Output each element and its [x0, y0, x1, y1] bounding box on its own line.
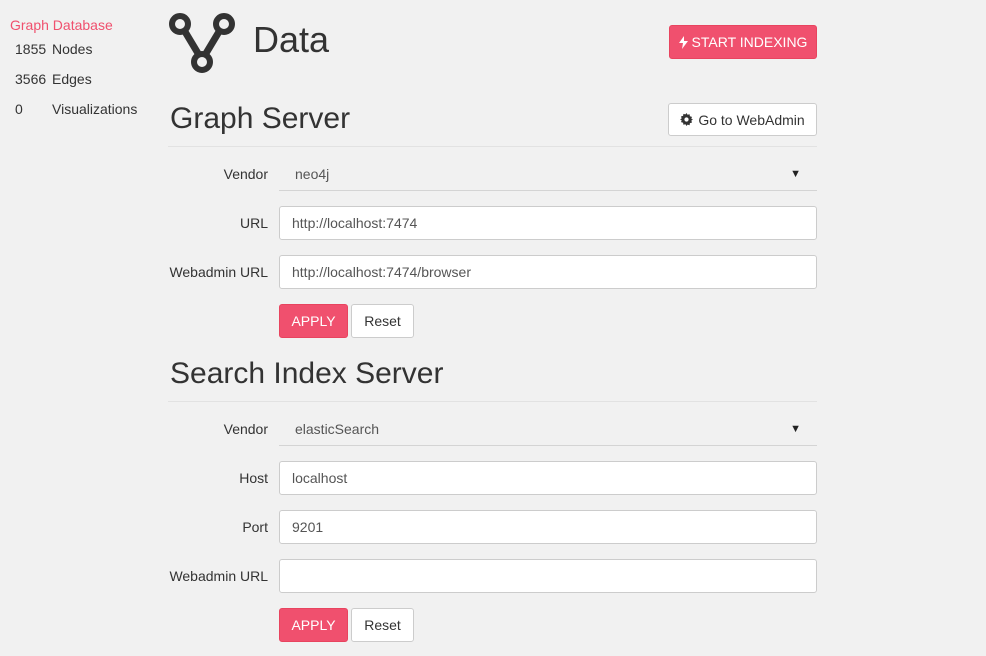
- port-label: Port: [242, 519, 268, 535]
- search-vendor-value: elasticSearch: [295, 420, 380, 437]
- start-indexing-button[interactable]: START INDEXING: [669, 25, 817, 59]
- graph-webadmin-url-input[interactable]: http://localhost:7474/browser: [279, 255, 817, 289]
- stat-label: Nodes: [52, 41, 93, 57]
- stat-edges: 3566 Edges: [10, 70, 160, 100]
- stat-value: 1855: [15, 41, 47, 57]
- graph-apply-button[interactable]: APPLY: [279, 304, 348, 338]
- graph-url-input[interactable]: http://localhost:7474: [279, 206, 817, 240]
- page-title: Data: [253, 19, 330, 60]
- graph-vendor-value: neo4j: [295, 165, 330, 182]
- caret-down-icon: ▼: [790, 167, 801, 180]
- divider: [168, 146, 817, 147]
- go-to-webadmin-button[interactable]: Go to WebAdmin: [668, 103, 817, 136]
- webadmin-url-label: Webadmin URL: [169, 568, 268, 584]
- stat-label: Edges: [52, 71, 92, 87]
- url-label: URL: [239, 215, 268, 231]
- search-vendor-select[interactable]: elasticSearch ▼: [279, 412, 817, 446]
- stat-value: 3566: [15, 71, 47, 87]
- vendor-label: Vendor: [223, 421, 268, 437]
- search-apply-button[interactable]: APPLY: [279, 608, 348, 642]
- webadmin-button-label: Go to WebAdmin: [698, 111, 805, 128]
- stat-visualizations: 0 Visualizations: [10, 100, 160, 130]
- start-indexing-label: START INDEXING: [691, 34, 808, 50]
- vendor-label: Vendor: [223, 166, 268, 182]
- search-webadmin-url-input[interactable]: [279, 559, 817, 593]
- stat-value: 0: [15, 101, 23, 117]
- stat-nodes: 1855 Nodes: [10, 40, 160, 70]
- sidebar-title[interactable]: Graph Database: [10, 16, 160, 34]
- gear-icon: [680, 113, 694, 126]
- graph-reset-button[interactable]: Reset: [351, 304, 414, 338]
- graph-nodes-icon: [169, 13, 235, 73]
- search-port-input[interactable]: 9201: [279, 510, 817, 544]
- search-reset-button[interactable]: Reset: [351, 608, 414, 642]
- graph-server-title: Graph Server: [170, 102, 351, 135]
- sidebar: Graph Database 1855 Nodes 3566 Edges 0 V…: [10, 16, 160, 130]
- search-host-input[interactable]: localhost: [279, 461, 817, 495]
- divider: [168, 401, 817, 402]
- search-server-title: Search Index Server: [170, 357, 444, 390]
- host-label: Host: [239, 470, 268, 486]
- graph-vendor-select[interactable]: neo4j ▼: [279, 157, 817, 191]
- stat-label: Visualizations: [52, 101, 138, 117]
- bolt-icon: [678, 35, 688, 49]
- webadmin-url-label: Webadmin URL: [169, 264, 268, 280]
- caret-down-icon: ▼: [790, 422, 801, 435]
